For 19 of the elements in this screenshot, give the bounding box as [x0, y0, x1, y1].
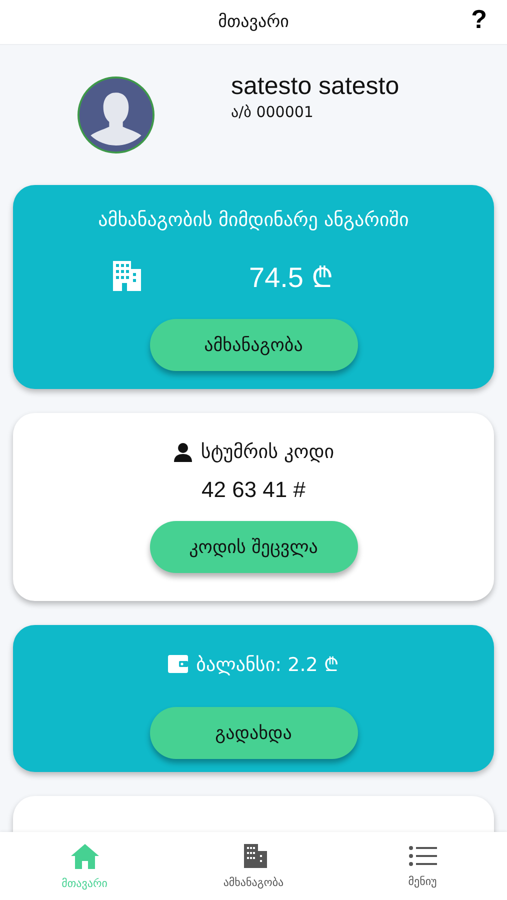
association-button[interactable]: ამხანაგობა: [150, 319, 358, 371]
change-code-button[interactable]: კოდის შეცვლა: [150, 521, 358, 573]
card-title: სტუმრის კოდი: [200, 441, 334, 463]
menu-icon: [408, 844, 436, 866]
nav-tab[interactable]: ამხანაგობა: [188, 842, 318, 890]
nav-tab[interactable]: მენიუ: [358, 844, 488, 888]
page-title: მთავარი: [218, 12, 289, 32]
person-icon: [172, 442, 193, 462]
card-title: ამხანაგობის მიმდინარე ანგარიში: [98, 209, 409, 231]
account-number: ა/ბ 000001: [231, 102, 314, 120]
wallet-icon: [168, 655, 188, 673]
home-icon: [70, 842, 100, 868]
help-button[interactable]: ?: [471, 4, 487, 35]
guest-code: 42 63 41 #: [202, 477, 306, 503]
avatar-icon: [77, 76, 155, 154]
user-name: satesto satesto: [231, 72, 400, 100]
account-amount: 74.5 ₾: [249, 261, 334, 295]
balance-text: ბალანსი: 2.2 ₾: [196, 653, 339, 677]
pay-button[interactable]: გადახდა: [150, 707, 358, 759]
